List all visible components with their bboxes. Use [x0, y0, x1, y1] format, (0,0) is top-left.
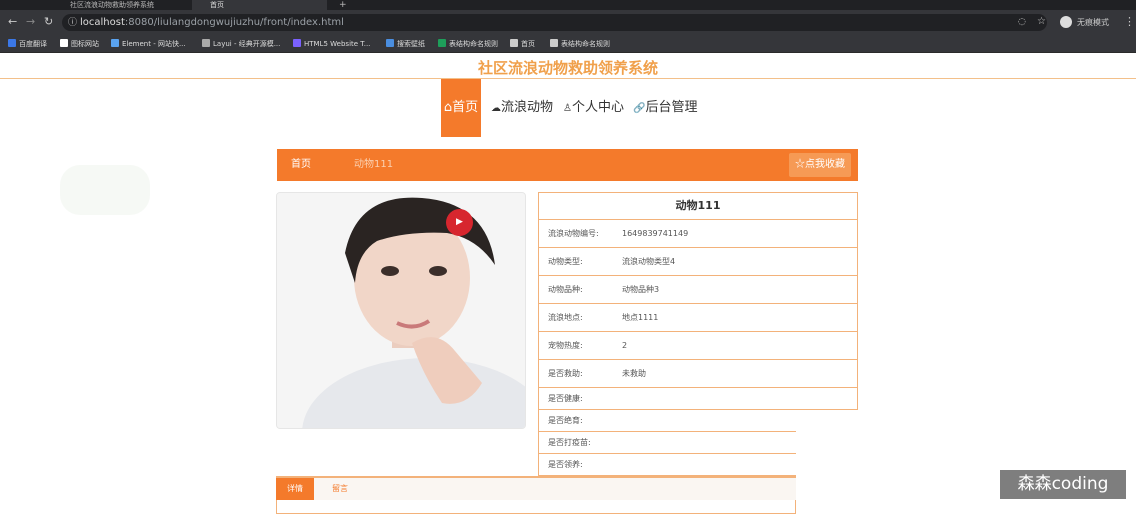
- info-row: 流浪动物编号: 1649839741149: [538, 220, 858, 248]
- info-row: 动物类型: 流浪动物类型4: [538, 248, 858, 276]
- nav-personal-center[interactable]: ♙个人中心: [563, 98, 624, 119]
- breadcrumb-home[interactable]: 首页: [291, 158, 311, 172]
- cloud-icon: ☁: [491, 103, 501, 114]
- bookmark-icon: [111, 39, 119, 47]
- site-title: 社区流浪动物救助领养系统: [477, 59, 658, 77]
- bookmark-icon: [510, 39, 518, 47]
- breadcrumb-current: 动物111: [354, 159, 394, 170]
- url-text: localhost:8080/liulangdongwujiuzhu/front…: [80, 16, 344, 30]
- animal-photo: [276, 192, 526, 429]
- bookmark-icon: [386, 39, 394, 47]
- tab-title: 社区流浪动物救助领养系统: [70, 1, 154, 9]
- bookmark-icon: [60, 39, 68, 47]
- bookmark-icon: [550, 39, 558, 47]
- url-host: localhost: [80, 17, 125, 28]
- bookmark-icon: [8, 39, 16, 47]
- incognito-icon[interactable]: [1060, 16, 1072, 28]
- favorite-label: 点我收藏: [805, 159, 845, 170]
- info-row: 宠物热度: 2: [538, 332, 858, 360]
- link-icon: 🔗: [633, 103, 646, 114]
- info-value: 未救助: [622, 369, 646, 378]
- browser-tab-system[interactable]: 社区流浪动物救助领养系统: [58, 0, 178, 10]
- info-label: 流浪地点:: [548, 313, 583, 322]
- info-row: 动物品种: 动物品种3: [538, 276, 858, 304]
- reload-icon[interactable]: ↻: [44, 15, 53, 29]
- bookmark-item[interactable]: 表结构命名规则: [438, 38, 498, 50]
- menu-icon[interactable]: ⋮: [1124, 15, 1135, 29]
- info-label: 是否救助:: [548, 369, 583, 378]
- bookmark-item[interactable]: 图标网站: [60, 38, 99, 50]
- info-value: 1649839741149: [622, 229, 689, 238]
- bookmark-item[interactable]: Element - 网站快...: [111, 38, 186, 50]
- play-icon[interactable]: ▶: [446, 209, 473, 236]
- bookmark-label: 表结构命名规则: [561, 40, 610, 48]
- bookmark-label: 图标网站: [71, 40, 99, 48]
- url-path: :8080/liulangdongwujiuzhu/front/index.ht…: [124, 17, 344, 28]
- bookmark-item[interactable]: HTML5 Website T...: [293, 38, 370, 50]
- info-row: 是否救助: 未救助: [538, 360, 858, 388]
- nav-personal-center-label: 个人中心: [571, 100, 624, 115]
- user-icon: ♙: [563, 103, 572, 114]
- info-label: 是否绝育:: [548, 416, 583, 425]
- title-divider: [0, 78, 1136, 79]
- info-row: 流浪地点: 地点1111: [538, 304, 858, 332]
- bookmark-label: 首页: [521, 40, 535, 48]
- bookmark-item[interactable]: 表结构命名规则: [550, 38, 610, 50]
- bookmark-label: Layui - 经典开源模...: [213, 40, 281, 48]
- portrait-image: [277, 193, 525, 428]
- info-icon[interactable]: ⓘ: [68, 16, 77, 30]
- watermark: 森森coding: [1000, 470, 1126, 499]
- tab-detail[interactable]: 详情: [276, 478, 314, 500]
- info-label: 宠物热度:: [548, 341, 583, 350]
- bookmark-label: 表结构命名规则: [449, 40, 498, 48]
- new-tab-button[interactable]: +: [339, 0, 351, 10]
- star-icon[interactable]: ☆: [1037, 15, 1046, 29]
- info-value: 地点1111: [622, 313, 659, 322]
- bookmark-label: 百度翻译: [19, 40, 47, 48]
- bookmark-item[interactable]: 搜索壁纸: [386, 38, 425, 50]
- nav-admin-label: 后台管理: [645, 100, 698, 115]
- nav-home-label: 首页: [452, 100, 479, 115]
- nav-stray-animals-label: 流浪动物: [501, 100, 554, 115]
- profile-label[interactable]: 无痕模式: [1077, 16, 1109, 30]
- back-icon[interactable]: ←: [8, 15, 17, 29]
- nav-home[interactable]: ⌂首页: [441, 79, 481, 137]
- info-label: 动物品种:: [548, 285, 583, 294]
- bookmark-item[interactable]: 首页: [510, 38, 535, 50]
- bookmark-label: 搜索壁纸: [397, 40, 425, 48]
- eye-off-icon[interactable]: ◌: [1018, 15, 1026, 29]
- favorite-button[interactable]: ☆点我收藏: [789, 153, 851, 177]
- info-label: 是否健康:: [548, 394, 583, 403]
- bookmark-icon: [202, 39, 210, 47]
- bookmark-item[interactable]: 百度翻译: [8, 38, 47, 50]
- home-icon: ⌂: [443, 100, 453, 115]
- bookmark-item[interactable]: Layui - 经典开源模...: [202, 38, 280, 50]
- tab-content: [276, 500, 796, 514]
- info-value: 流浪动物类型4: [622, 257, 676, 266]
- info-row: 是否健康:: [538, 388, 858, 410]
- info-value: 动物品种3: [622, 285, 660, 294]
- animal-name: 动物111: [538, 192, 858, 220]
- info-value: 2: [622, 341, 628, 350]
- tab-title: 首页: [210, 1, 224, 9]
- forward-icon[interactable]: →: [26, 15, 35, 29]
- bookmark-label: Element - 网站快...: [122, 40, 186, 48]
- info-label: 是否领养:: [548, 460, 583, 469]
- nav-stray-animals[interactable]: ☁流浪动物: [491, 98, 553, 119]
- bookmark-label: HTML5 Website T...: [304, 40, 371, 48]
- info-label: 流浪动物编号:: [548, 229, 599, 238]
- bookmark-icon: [438, 39, 446, 47]
- browser-tab-home[interactable]: 首页: [192, 0, 327, 10]
- info-label: 是否打疫苗:: [548, 438, 591, 447]
- bookmark-icon: [293, 39, 301, 47]
- star-icon: ☆: [795, 159, 805, 170]
- decorative-blob: [60, 165, 150, 215]
- info-label: 动物类型:: [548, 257, 583, 266]
- nav-admin[interactable]: 🔗后台管理: [633, 98, 697, 119]
- tab-message[interactable]: 留言: [322, 478, 358, 500]
